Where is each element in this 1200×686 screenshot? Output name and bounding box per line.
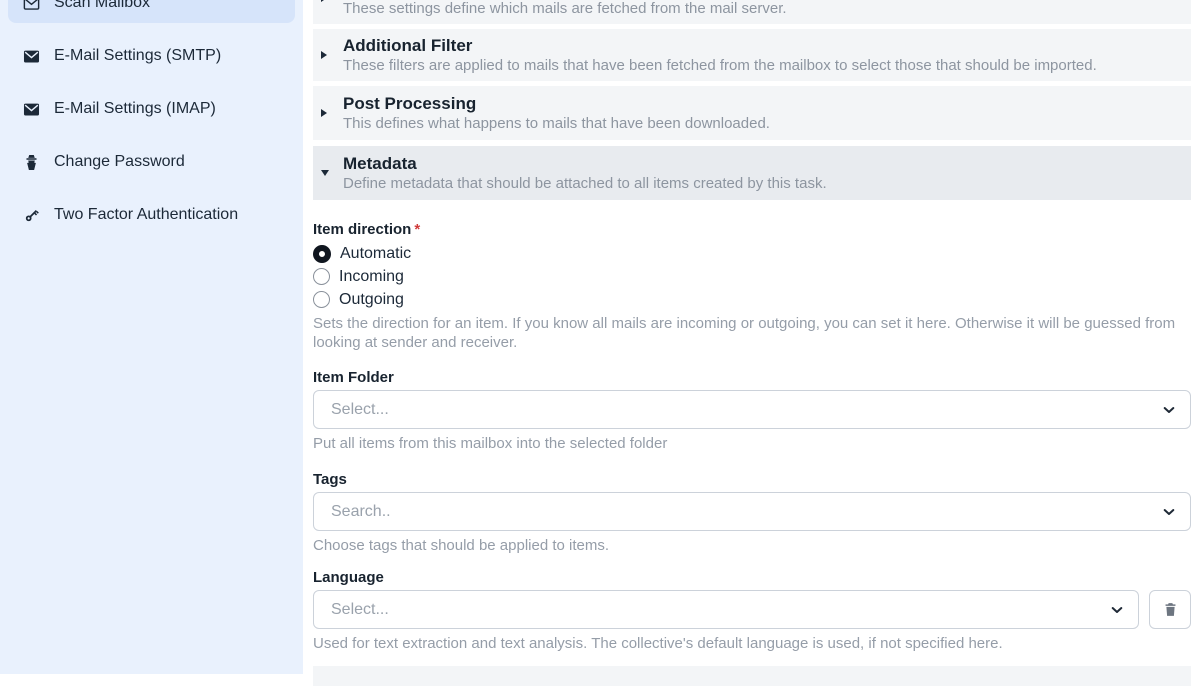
section-description: These filters are applied to mails that … [343, 56, 1097, 76]
sidebar-item-scan-mailbox[interactable]: Scan Mailbox [8, 0, 295, 23]
section-title: Additional Filter [343, 35, 1097, 56]
radio-option-automatic[interactable]: Automatic [313, 242, 1191, 265]
sidebar-item-label: E-Mail Settings (SMTP) [54, 47, 221, 65]
item-folder-placeholder: Select... [331, 401, 389, 419]
sidebar-item-change-password[interactable]: Change Password [8, 142, 295, 182]
chevron-down-icon [1161, 504, 1177, 520]
required-asterisk: * [414, 221, 420, 238]
mail-scan-icon [22, 0, 41, 13]
section-description: These settings define which mails are fe… [343, 0, 787, 19]
clear-language-button[interactable] [1149, 590, 1191, 629]
caret-right-icon [313, 0, 343, 2]
section-title: Post Processing [343, 93, 770, 114]
section-description: This defines what happens to mails that … [343, 114, 770, 134]
settings-sidebar: Scan Mailbox E-Mail Settings (SMTP) E-Ma… [0, 0, 303, 674]
language-placeholder: Select... [331, 601, 389, 619]
sidebar-item-two-factor-auth[interactable]: Two Factor Authentication [8, 195, 295, 235]
section-header-partial[interactable] [313, 666, 1191, 686]
radio-unselected-icon [313, 268, 330, 285]
radio-label: Automatic [340, 245, 411, 263]
radio-option-outgoing[interactable]: Outgoing [313, 288, 1191, 311]
sidebar-item-email-settings-smtp[interactable]: E-Mail Settings (SMTP) [8, 36, 295, 76]
tags-help: Choose tags that should be applied to it… [313, 536, 1191, 555]
radio-option-incoming[interactable]: Incoming [313, 265, 1191, 288]
caret-right-icon [313, 109, 343, 117]
section-header-metadata[interactable]: Metadata Define metadata that should be … [313, 146, 1191, 200]
item-folder-select[interactable]: Select... [313, 390, 1191, 429]
item-direction-label: Item direction* [313, 221, 1191, 239]
sidebar-item-label: E-Mail Settings (IMAP) [54, 100, 216, 118]
item-direction-label-text: Item direction [313, 221, 411, 238]
item-folder-label: Item Folder [313, 369, 1191, 387]
sidebar-item-label: Change Password [54, 153, 185, 171]
sidebar-item-email-settings-imap[interactable]: E-Mail Settings (IMAP) [8, 89, 295, 129]
radio-unselected-icon [313, 291, 330, 308]
chevron-down-icon [1109, 602, 1125, 618]
language-help: Used for text extraction and text analys… [313, 634, 1191, 653]
section-header-post-processing[interactable]: Post Processing This defines what happen… [313, 86, 1191, 140]
item-direction-radio-group: Automatic Incoming Outgoing [313, 242, 1191, 311]
sidebar-item-label: Two Factor Authentication [54, 206, 238, 224]
section-description: Define metadata that should be attached … [343, 174, 827, 194]
envelope-icon [22, 100, 41, 119]
caret-down-icon [313, 170, 343, 176]
caret-right-icon [313, 51, 343, 59]
section-header-additional-filter[interactable]: Additional Filter These filters are appl… [313, 29, 1191, 81]
language-field-row: Select... [313, 590, 1191, 629]
tags-label: Tags [313, 471, 1191, 489]
chevron-down-icon [1161, 402, 1177, 418]
scan-mailbox-form: These settings define which mails are fe… [313, 0, 1191, 686]
tags-placeholder: Search.. [331, 503, 391, 521]
envelope-icon [22, 47, 41, 66]
language-select[interactable]: Select... [313, 590, 1139, 629]
item-direction-help: Sets the direction for an item. If you k… [313, 314, 1189, 352]
language-label: Language [313, 569, 1191, 587]
radio-selected-icon [313, 245, 331, 263]
sidebar-nav: Scan Mailbox E-Mail Settings (SMTP) E-Ma… [0, 0, 303, 235]
item-folder-help: Put all items from this mailbox into the… [313, 434, 1191, 453]
radio-label: Incoming [339, 268, 404, 286]
key-icon [22, 206, 41, 225]
section-header-fetch[interactable]: These settings define which mails are fe… [313, 0, 1191, 24]
trash-icon [1162, 601, 1179, 618]
sidebar-item-label: Scan Mailbox [54, 0, 150, 12]
user-secret-icon [22, 153, 41, 172]
radio-label: Outgoing [339, 291, 404, 309]
section-title: Metadata [343, 153, 827, 174]
tags-select[interactable]: Search.. [313, 492, 1191, 531]
